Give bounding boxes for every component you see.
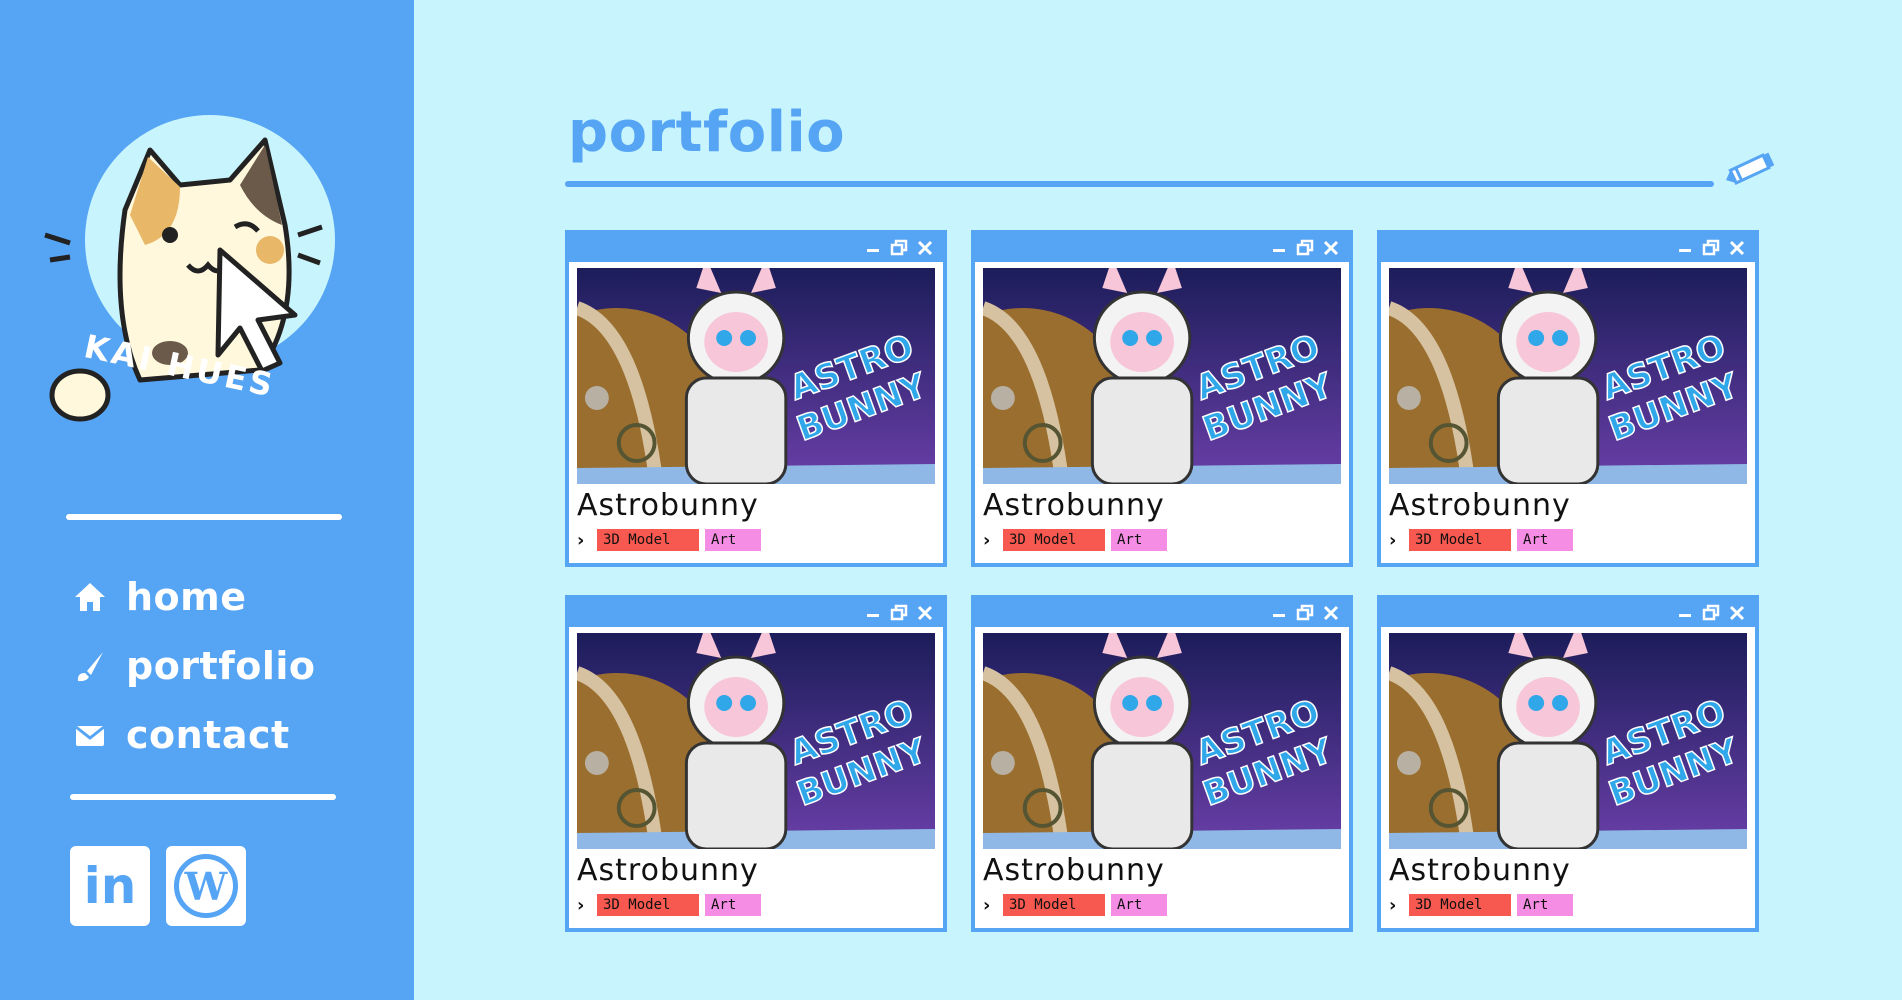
card-titlebar <box>975 234 1349 262</box>
card-titlebar <box>569 234 943 262</box>
chevron-right-icon: › <box>1389 894 1397 916</box>
sidebar: KAI HUES home portfolio contact in W <box>0 0 414 1000</box>
restore-icon[interactable] <box>1701 238 1721 258</box>
card-title: Astrobunny <box>1389 853 1571 888</box>
sidebar-divider-top <box>66 514 342 520</box>
tag-3d-model[interactable]: 3D Model <box>1409 894 1511 916</box>
minimize-icon[interactable] <box>1675 238 1695 258</box>
restore-icon[interactable] <box>889 603 909 623</box>
portfolio-card[interactable]: ASTRO BUNNY Astrobunny › 3D Model Art <box>565 230 947 567</box>
portfolio-card[interactable]: ASTRO BUNNY Astrobunny › 3D Model Art <box>1377 230 1759 567</box>
card-tags: › 3D Model Art <box>1389 529 1755 551</box>
wordpress-icon: W <box>174 854 238 918</box>
social-links: in W <box>70 846 246 926</box>
card-tags: › 3D Model Art <box>577 894 943 916</box>
portfolio-card[interactable]: ASTRO BUNNY Astrobunny › 3D Model Art <box>971 230 1353 567</box>
avatar-logo[interactable]: KAI HUES <box>30 115 370 465</box>
linkedin-button[interactable]: in <box>70 846 150 926</box>
tag-art[interactable]: Art <box>705 529 761 551</box>
chevron-right-icon: › <box>1389 529 1397 551</box>
close-icon[interactable] <box>915 603 935 623</box>
minimize-icon[interactable] <box>863 603 883 623</box>
card-thumbnail: ASTRO BUNNY <box>981 631 1343 851</box>
nav-item-contact[interactable]: contact <box>70 700 316 769</box>
tag-art[interactable]: Art <box>1517 894 1573 916</box>
nav-item-home[interactable]: home <box>70 562 316 631</box>
tag-art[interactable]: Art <box>705 894 761 916</box>
tag-3d-model[interactable]: 3D Model <box>597 529 699 551</box>
astrobunny-artwork-icon: ASTRO BUNNY <box>983 268 1341 484</box>
wordpress-button[interactable]: W <box>166 846 246 926</box>
cat-avatar-icon: KAI HUES <box>44 115 335 422</box>
nav-label-home: home <box>126 574 247 619</box>
card-tags: › 3D Model Art <box>983 894 1349 916</box>
card-title: Astrobunny <box>1389 488 1571 523</box>
close-icon[interactable] <box>1321 238 1341 258</box>
card-tags: › 3D Model Art <box>983 529 1349 551</box>
home-icon <box>70 577 110 617</box>
card-titlebar <box>1381 234 1755 262</box>
card-titlebar <box>975 599 1349 627</box>
chevron-right-icon: › <box>577 529 585 551</box>
chevron-right-icon: › <box>983 894 991 916</box>
close-icon[interactable] <box>1321 603 1341 623</box>
wordpress-label: W <box>184 863 228 909</box>
portfolio-card[interactable]: ASTRO BUNNY Astrobunny › 3D Model Art <box>1377 595 1759 932</box>
restore-icon[interactable] <box>1295 603 1315 623</box>
minimize-icon[interactable] <box>863 238 883 258</box>
nav-label-portfolio: portfolio <box>126 643 316 688</box>
linkedin-icon: in <box>83 857 137 915</box>
title-underline <box>565 181 1714 187</box>
tag-3d-model[interactable]: 3D Model <box>1409 529 1511 551</box>
restore-icon[interactable] <box>1295 238 1315 258</box>
card-thumbnail: ASTRO BUNNY <box>981 266 1343 486</box>
card-thumbnail: ASTRO BUNNY <box>1387 631 1749 851</box>
close-icon[interactable] <box>1727 238 1747 258</box>
minimize-icon[interactable] <box>1269 603 1289 623</box>
pencil-icon <box>1722 148 1778 192</box>
brush-icon <box>70 646 110 686</box>
card-thumbnail: ASTRO BUNNY <box>575 266 937 486</box>
card-title: Astrobunny <box>577 488 759 523</box>
tag-3d-model[interactable]: 3D Model <box>1003 894 1105 916</box>
tag-art[interactable]: Art <box>1517 529 1573 551</box>
chevron-right-icon: › <box>983 529 991 551</box>
portfolio-card[interactable]: ASTRO BUNNY Astrobunny › 3D Model Art <box>971 595 1353 932</box>
tag-art[interactable]: Art <box>1111 894 1167 916</box>
close-icon[interactable] <box>915 238 935 258</box>
portfolio-grid: ASTRO BUNNY Astrobunny › 3D Model Art AS… <box>565 230 1759 932</box>
sidebar-divider-bottom <box>70 794 336 800</box>
astrobunny-artwork-icon: ASTRO BUNNY <box>577 268 935 484</box>
restore-icon[interactable] <box>1701 603 1721 623</box>
astrobunny-artwork-icon: ASTRO BUNNY <box>983 633 1341 849</box>
card-thumbnail: ASTRO BUNNY <box>575 631 937 851</box>
close-icon[interactable] <box>1727 603 1747 623</box>
restore-icon[interactable] <box>889 238 909 258</box>
astrobunny-artwork-icon: ASTRO BUNNY <box>1389 268 1747 484</box>
page-title: portfolio <box>568 100 846 165</box>
card-thumbnail: ASTRO BUNNY <box>1387 266 1749 486</box>
main-nav: home portfolio contact <box>70 562 316 769</box>
card-tags: › 3D Model Art <box>577 529 943 551</box>
nav-item-portfolio[interactable]: portfolio <box>70 631 316 700</box>
nav-label-contact: contact <box>126 712 290 757</box>
card-title: Astrobunny <box>577 853 759 888</box>
minimize-icon[interactable] <box>1269 238 1289 258</box>
card-title: Astrobunny <box>983 853 1165 888</box>
card-titlebar <box>569 599 943 627</box>
minimize-icon[interactable] <box>1675 603 1695 623</box>
card-tags: › 3D Model Art <box>1389 894 1755 916</box>
astrobunny-artwork-icon: ASTRO BUNNY <box>1389 633 1747 849</box>
tag-3d-model[interactable]: 3D Model <box>1003 529 1105 551</box>
mail-icon <box>70 715 110 755</box>
tag-3d-model[interactable]: 3D Model <box>597 894 699 916</box>
chevron-right-icon: › <box>577 894 585 916</box>
card-title: Astrobunny <box>983 488 1165 523</box>
portfolio-card[interactable]: ASTRO BUNNY Astrobunny › 3D Model Art <box>565 595 947 932</box>
card-titlebar <box>1381 599 1755 627</box>
tag-art[interactable]: Art <box>1111 529 1167 551</box>
astrobunny-artwork-icon: ASTRO BUNNY <box>577 633 935 849</box>
